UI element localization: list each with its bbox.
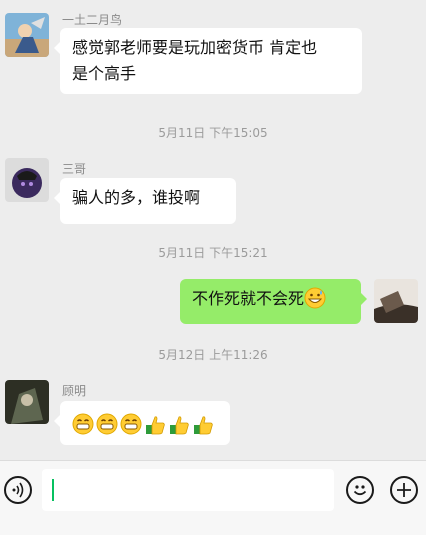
input-bar: [0, 460, 426, 521]
plus-icon: [397, 483, 411, 497]
thumbs-up-emoji: [170, 416, 189, 435]
sender-name: 一土二月鸟: [62, 13, 123, 27]
grinning-sweat-emoji: [304, 287, 326, 309]
avatar-image-3: [5, 380, 49, 424]
message-bubble-3[interactable]: [54, 401, 230, 445]
voice-icon: [12, 482, 24, 498]
thumbs-up-emoji: [194, 416, 213, 435]
text-caret: [52, 479, 54, 501]
message-bubble-1[interactable]: 感觉郭老师要是玩加密货币 肯定也 是个高手: [54, 28, 362, 94]
message-text-line-2: 是个高手: [72, 64, 137, 83]
chat-area[interactable]: 一土二月鸟 感觉郭老师要是玩加密货币 肯定也 是个高手 5月11日 下午15:0…: [0, 0, 426, 460]
avatar-self[interactable]: [374, 279, 418, 323]
message-text: 骗人的多，谁投啊: [72, 188, 201, 207]
sender-name: 三哥: [62, 162, 87, 176]
grin-emoji: [72, 413, 94, 435]
grin-emoji: [96, 413, 118, 435]
plus-button[interactable]: [390, 476, 418, 504]
grin-emoji: [120, 413, 142, 435]
bottom-strip: [0, 521, 426, 535]
emoji-button[interactable]: [346, 476, 374, 504]
voice-button[interactable]: [4, 476, 32, 504]
message-input[interactable]: [42, 469, 334, 511]
avatar-image-1: [5, 13, 49, 57]
avatar-image-self: [374, 279, 418, 323]
avatar-sender-2[interactable]: [5, 158, 49, 202]
message-bubble-2[interactable]: 骗人的多，谁投啊: [54, 178, 236, 224]
avatar-sender-1[interactable]: [5, 13, 49, 57]
message-text-line-1: 感觉郭老师要是玩加密货币 肯定也: [72, 38, 318, 57]
message-text: 不作死就不会死: [192, 289, 305, 308]
avatar-sender-3[interactable]: [5, 380, 49, 424]
emoji-icon: [353, 485, 367, 496]
timestamp: 5月11日 下午15:21: [158, 246, 268, 260]
sender-name: 顾明: [62, 384, 87, 398]
avatar-image-2: [5, 158, 49, 202]
timestamp: 5月12日 上午11:26: [158, 348, 268, 362]
timestamp: 5月11日 下午15:05: [158, 126, 268, 140]
thumbs-up-emoji: [146, 416, 165, 435]
message-bubble-self[interactable]: 不作死就不会死: [180, 279, 367, 324]
